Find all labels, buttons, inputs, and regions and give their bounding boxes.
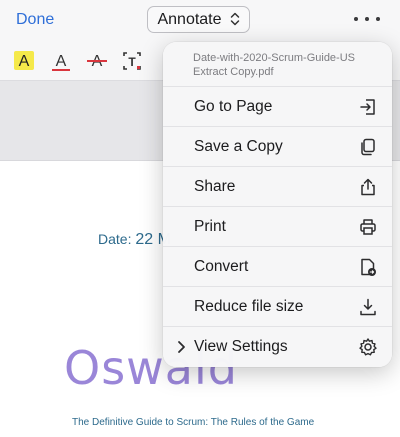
share-icon	[361, 178, 375, 196]
highlight-text-tool[interactable]: A	[14, 50, 34, 72]
more-dot-icon	[354, 17, 358, 21]
menu-item-share[interactable]: Share	[163, 166, 392, 206]
textbox-tool[interactable]: T	[122, 50, 142, 72]
menu-item-label: Go to Page	[194, 97, 273, 115]
highlight-icon: A	[14, 51, 34, 70]
menu-item-label: Print	[194, 217, 226, 235]
document-subtitle: The Definitive Guide to Scrum: The Rules…	[72, 417, 315, 428]
document-date-prefix: Date:	[98, 231, 136, 247]
menu-file-name-line1: Date-with-2020-Scrum-Guide-US	[193, 52, 355, 64]
menu-item-label: Share	[194, 177, 236, 195]
menu-item-view-settings[interactable]: View Settings	[163, 326, 392, 366]
go-to-page-icon	[360, 99, 375, 115]
menu-item-label: View Settings	[194, 337, 288, 355]
menu-item-label: Reduce file size	[194, 297, 304, 315]
chevron-right-icon	[178, 341, 185, 353]
menu-file-name: Date-with-2020-Scrum-Guide-US Extract Co…	[163, 42, 392, 86]
mode-select[interactable]: Annotate	[147, 6, 250, 33]
textbox-icon: T	[123, 52, 141, 70]
menu-item-label: Save a Copy	[194, 137, 283, 155]
menu-item-go-to-page[interactable]: Go to Page	[163, 86, 392, 126]
highlight-tool-glyph: A	[19, 53, 30, 70]
menu-item-convert[interactable]: Convert	[163, 246, 392, 286]
menu-item-print[interactable]: Print	[163, 206, 392, 246]
more-dot-icon	[365, 17, 369, 21]
more-dot-icon	[376, 17, 380, 21]
underline-text-tool[interactable]: A	[51, 50, 71, 72]
more-options-button[interactable]	[354, 9, 380, 29]
chevron-updown-icon	[230, 11, 240, 29]
print-icon	[360, 219, 376, 235]
strikethrough-text-tool[interactable]: A	[87, 50, 107, 72]
menu-item-label: Convert	[194, 257, 249, 275]
textbox-tool-glyph: T	[128, 55, 136, 69]
menu-item-reduce-file-size[interactable]: Reduce file size	[163, 286, 392, 326]
convert-icon	[361, 258, 376, 276]
gear-icon	[359, 338, 377, 356]
underline-tool-glyph: A	[56, 53, 67, 70]
download-icon	[360, 298, 376, 316]
underline-icon: A	[52, 53, 70, 71]
copy-icon	[361, 138, 375, 156]
document-date: Date: 22 M	[98, 231, 171, 249]
mode-select-value: Annotate	[157, 10, 222, 28]
menu-file-name-line2: Extract Copy.pdf	[193, 66, 274, 78]
menu-item-save-a-copy[interactable]: Save a Copy	[163, 126, 392, 166]
done-button[interactable]: Done	[16, 10, 54, 30]
more-options-menu: Date-with-2020-Scrum-Guide-US Extract Co…	[163, 42, 392, 367]
strikethrough-icon: A	[87, 53, 107, 70]
